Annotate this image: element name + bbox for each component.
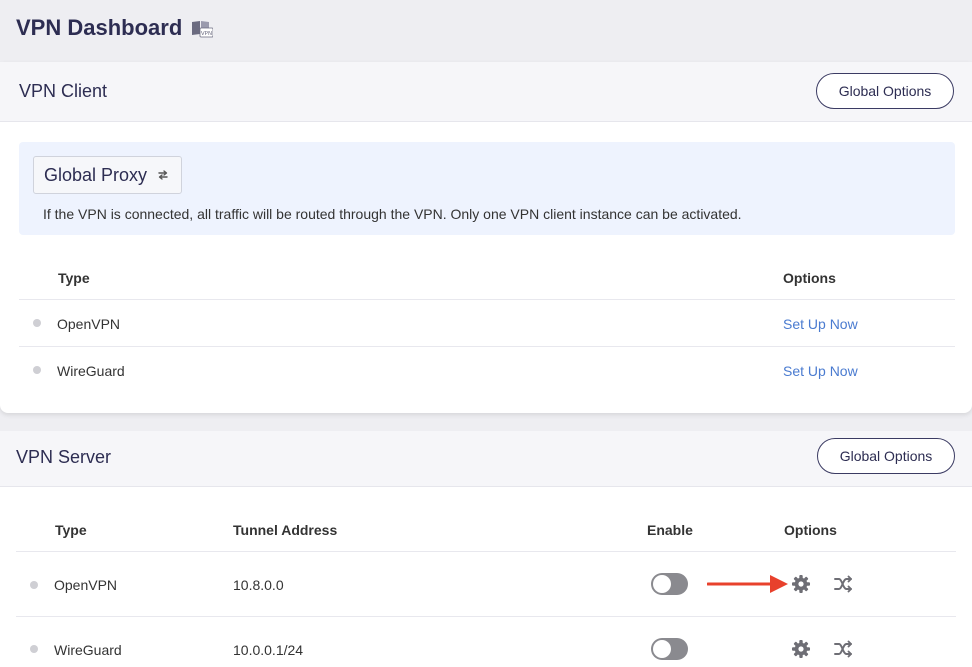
client-row-type: WireGuard (57, 363, 125, 379)
server-col-options: Options (784, 522, 837, 538)
shuffle-icon[interactable] (834, 640, 853, 658)
gear-icon[interactable] (791, 574, 811, 594)
server-col-type: Type (55, 522, 87, 538)
vpn-client-header: VPN Client Global Options (0, 62, 972, 122)
toggle-knob (653, 640, 671, 658)
wireguard-enable-toggle[interactable] (651, 638, 688, 660)
divider (16, 616, 956, 617)
server-row-type: OpenVPN (54, 577, 118, 593)
client-col-type: Type (58, 270, 90, 286)
page-header: VPN Dashboard VPN (0, 0, 972, 56)
shuffle-icon[interactable] (834, 575, 853, 593)
gear-icon[interactable] (791, 639, 811, 659)
server-row-tunnel-address: 10.8.0.0 (233, 577, 284, 593)
vpn-client-card: VPN Client Global Options Global Proxy I… (0, 62, 972, 413)
server-col-enable: Enable (647, 522, 693, 538)
status-dot (30, 581, 38, 589)
server-row-type: WireGuard (54, 642, 122, 658)
client-row-type: OpenVPN (57, 316, 121, 332)
divider (19, 299, 955, 300)
client-global-options-button[interactable]: Global Options (816, 73, 954, 109)
swap-arrows-icon (157, 169, 169, 181)
status-dot (33, 366, 41, 374)
vpn-book-icon: VPN (191, 20, 214, 38)
annotation-arrow (707, 575, 788, 593)
client-col-options: Options (783, 270, 836, 286)
server-row-tunnel-address: 10.0.0.1/24 (233, 642, 304, 658)
divider (16, 551, 956, 552)
proxy-mode-label: Global Proxy (44, 164, 148, 185)
server-col-tunnel: Tunnel Address (233, 522, 338, 538)
proxy-description: If the VPN is connected, all traffic wil… (43, 206, 742, 222)
proxy-banner: Global Proxy If the VPN is connected, al… (19, 142, 955, 235)
svg-text:VPN: VPN (201, 31, 212, 37)
vpn-server-card: VPN Server Global Options Type Tunnel Ad… (0, 431, 972, 667)
vpn-server-title: VPN Server (16, 447, 112, 467)
proxy-mode-select[interactable]: Global Proxy (33, 156, 183, 194)
vpn-client-title: VPN Client (19, 81, 108, 101)
wireguard-set-up-link[interactable]: Set Up Now (783, 363, 858, 379)
server-global-options-button[interactable]: Global Options (817, 438, 955, 474)
divider (19, 346, 955, 347)
page-title: VPN Dashboard (16, 15, 183, 40)
vpn-server-header: VPN Server Global Options (0, 431, 972, 487)
status-dot (30, 645, 38, 653)
status-dot (33, 319, 41, 327)
openvpn-set-up-link[interactable]: Set Up Now (783, 316, 858, 332)
toggle-knob (653, 575, 671, 593)
openvpn-enable-toggle[interactable] (651, 573, 688, 595)
